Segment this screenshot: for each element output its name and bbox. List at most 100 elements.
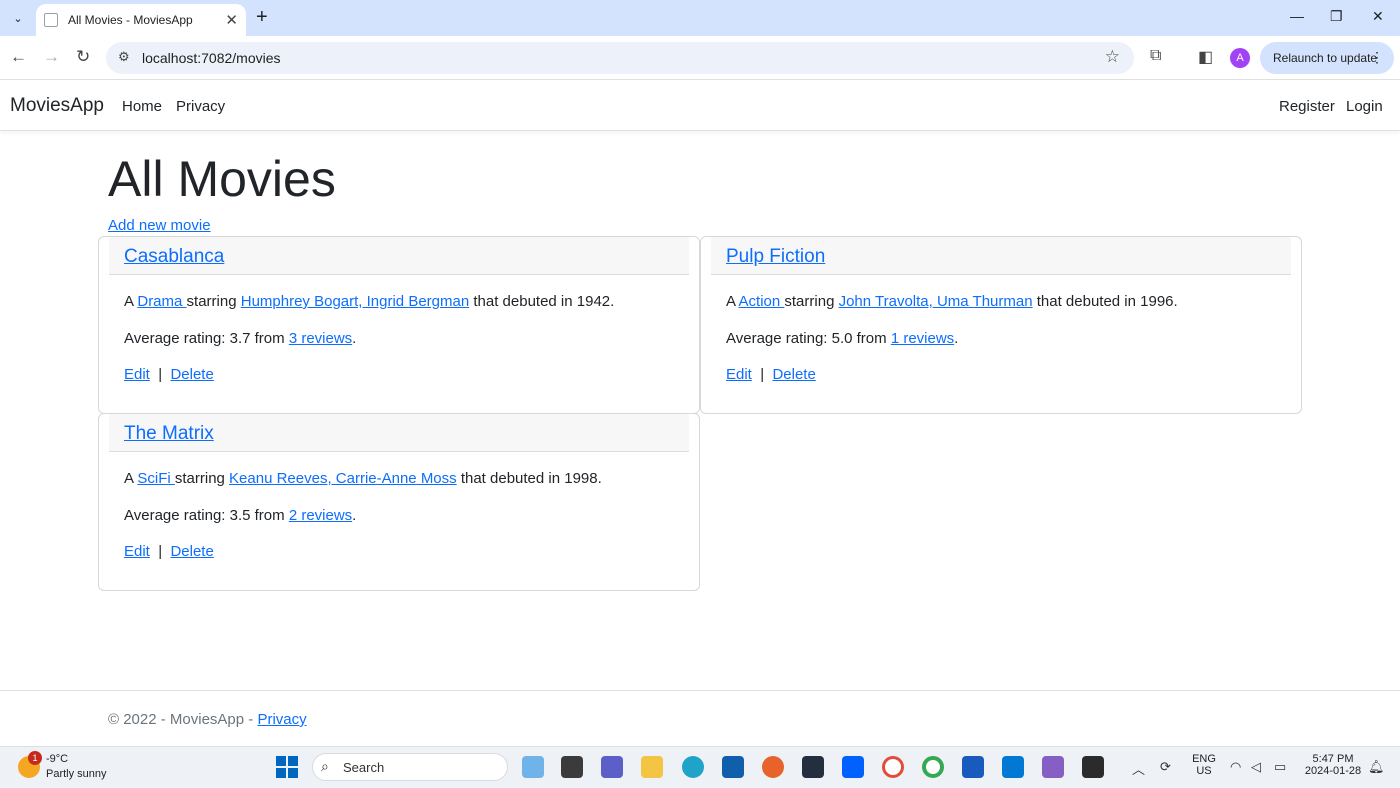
browser-tabstrip: ⌄ All Movies - MoviesApp ✕ + — ❐ ✕ (0, 0, 1400, 36)
nav-register[interactable]: Register (1279, 98, 1335, 115)
genre-link[interactable]: Drama (137, 293, 186, 310)
movie-actions: Edit | Delete (726, 366, 816, 383)
back-icon[interactable]: ← (10, 47, 27, 67)
add-new-movie-link[interactable]: Add new movie (108, 217, 211, 234)
movie-rating: Average rating: 3.7 from 3 reviews. (124, 330, 356, 347)
edge-icon[interactable] (682, 756, 704, 778)
browser-toolbar: ← → ↻ ⚙ localhost:7082/movies ☆ ⧉ ◧ A Re… (0, 36, 1400, 80)
movie-actions: Edit | Delete (124, 366, 214, 383)
extensions-icon[interactable]: ⧉ (1150, 47, 1161, 65)
weather-badge: 1 (28, 751, 42, 765)
relaunch-button[interactable]: Relaunch to update ⋮ (1260, 42, 1394, 74)
genre-link[interactable]: SciFi (137, 470, 175, 487)
card-header: Pulp Fiction (711, 237, 1291, 275)
edit-link[interactable]: Edit (726, 366, 752, 383)
reload-icon[interactable]: ↻ (76, 47, 90, 67)
weather-desc[interactable]: Partly sunny (46, 768, 107, 780)
lang-line-1: ENG (1192, 753, 1216, 765)
movie-title-link[interactable]: Casablanca (124, 246, 224, 268)
chrome-icon[interactable] (922, 756, 944, 778)
nav-privacy[interactable]: Privacy (176, 98, 225, 115)
nav-login[interactable]: Login (1346, 98, 1383, 115)
task-view-icon[interactable] (561, 756, 583, 778)
tray-overflow-icon[interactable]: ︿ (1132, 759, 1145, 778)
tab-title: All Movies - MoviesApp (68, 13, 193, 27)
card-header: The Matrix (109, 414, 689, 452)
nav-home[interactable]: Home (122, 98, 162, 115)
edit-link[interactable]: Edit (124, 366, 150, 383)
forward-icon[interactable]: → (43, 47, 60, 67)
reviews-link[interactable]: 3 reviews (289, 330, 352, 347)
profile-avatar[interactable]: A (1230, 48, 1250, 68)
movie-actions: Edit | Delete (124, 543, 214, 560)
firefox-icon[interactable] (762, 756, 784, 778)
action-separator: | (158, 543, 163, 560)
tab-search-button[interactable]: ⌄ (6, 7, 30, 29)
movie-description: A Action starring John Travolta, Uma Thu… (726, 293, 1178, 310)
desc-starring: starring (174, 470, 230, 487)
word-icon[interactable] (962, 756, 984, 778)
copilot-icon[interactable] (522, 756, 544, 778)
side-panel-icon[interactable]: ◧ (1198, 47, 1213, 67)
reviews-link[interactable]: 2 reviews (289, 507, 352, 524)
language-indicator[interactable]: ENG US (1190, 753, 1218, 777)
amazon-icon[interactable] (802, 756, 824, 778)
terminal-icon[interactable] (1082, 756, 1104, 778)
teams-chat-icon[interactable] (601, 756, 623, 778)
search-label: Search (343, 760, 385, 775)
movie-rating: Average rating: 5.0 from 1 reviews. (726, 330, 958, 347)
sync-icon[interactable]: ⟳ (1160, 759, 1171, 775)
movie-description: A Drama starring Humphrey Bogart, Ingrid… (124, 293, 614, 310)
chrome-dev-icon[interactable] (882, 756, 904, 778)
rating-text: Average rating: 5.0 from (726, 330, 891, 347)
restore-icon[interactable]: ❐ (1330, 8, 1343, 25)
movie-title-link[interactable]: The Matrix (124, 423, 214, 445)
visual-studio-icon[interactable] (1042, 756, 1064, 778)
minimize-icon[interactable]: — (1290, 8, 1304, 24)
desc-starring: starring (186, 293, 241, 310)
weather-temp[interactable]: -9°C (46, 753, 68, 765)
wifi-icon[interactable]: ◠ (1230, 759, 1241, 775)
vscode-icon[interactable] (1002, 756, 1024, 778)
brand-link[interactable]: MoviesApp (10, 95, 104, 117)
delete-link[interactable]: Delete (170, 543, 213, 560)
desc-starring: starring (784, 293, 839, 310)
actors-link[interactable]: John Travolta, Uma Thurman (839, 293, 1033, 310)
address-bar[interactable]: ⚙ localhost:7082/movies ☆ (106, 42, 1134, 74)
battery-icon[interactable]: ▭ (1274, 759, 1286, 775)
site-info-icon[interactable]: ⚙ (118, 49, 130, 65)
movie-rating: Average rating: 3.5 from 2 reviews. (124, 507, 356, 524)
movie-title-link[interactable]: Pulp Fiction (726, 246, 825, 268)
window-close-icon[interactable]: ✕ (1372, 8, 1384, 25)
url-text[interactable]: localhost:7082/movies (142, 50, 281, 66)
footer-privacy-link[interactable]: Privacy (257, 711, 306, 728)
rating-text: Average rating: 3.7 from (124, 330, 289, 347)
edit-link[interactable]: Edit (124, 543, 150, 560)
rating-period: . (954, 330, 959, 347)
browser-tab-active[interactable]: All Movies - MoviesApp ✕ (36, 4, 246, 36)
file-explorer-icon[interactable] (641, 756, 663, 778)
taskbar-search[interactable]: ⌕ Search (312, 753, 508, 781)
lang-line-2: US (1196, 765, 1212, 777)
search-icon: ⌕ (321, 758, 329, 774)
notifications-icon[interactable]: 🔔︎ (1368, 759, 1385, 775)
volume-icon[interactable]: ◁ (1251, 759, 1261, 775)
new-tab-button[interactable]: + (256, 6, 268, 29)
delete-link[interactable]: Delete (772, 366, 815, 383)
reviews-link[interactable]: 1 reviews (891, 330, 954, 347)
footer-text: © 2022 - MoviesApp - Privacy (108, 711, 307, 728)
delete-link[interactable]: Delete (170, 366, 213, 383)
tab-close-icon[interactable]: ✕ (225, 11, 238, 29)
page-title: All Movies (108, 151, 336, 207)
genre-link[interactable]: Action (739, 293, 785, 310)
bookmark-star-icon[interactable]: ☆ (1105, 47, 1120, 67)
more-menu-icon[interactable]: ⋮ (1370, 49, 1384, 66)
actors-link[interactable]: Humphrey Bogart, Ingrid Bergman (241, 293, 469, 310)
actors-link[interactable]: Keanu Reeves, Carrie-Anne Moss (229, 470, 457, 487)
clock[interactable]: 5:47 PM 2024-01-28 (1300, 753, 1366, 777)
store-icon[interactable] (722, 756, 744, 778)
dropbox-icon[interactable] (842, 756, 864, 778)
desc-prefix: A (124, 470, 138, 487)
start-icon[interactable] (276, 756, 298, 778)
action-separator: | (760, 366, 765, 383)
